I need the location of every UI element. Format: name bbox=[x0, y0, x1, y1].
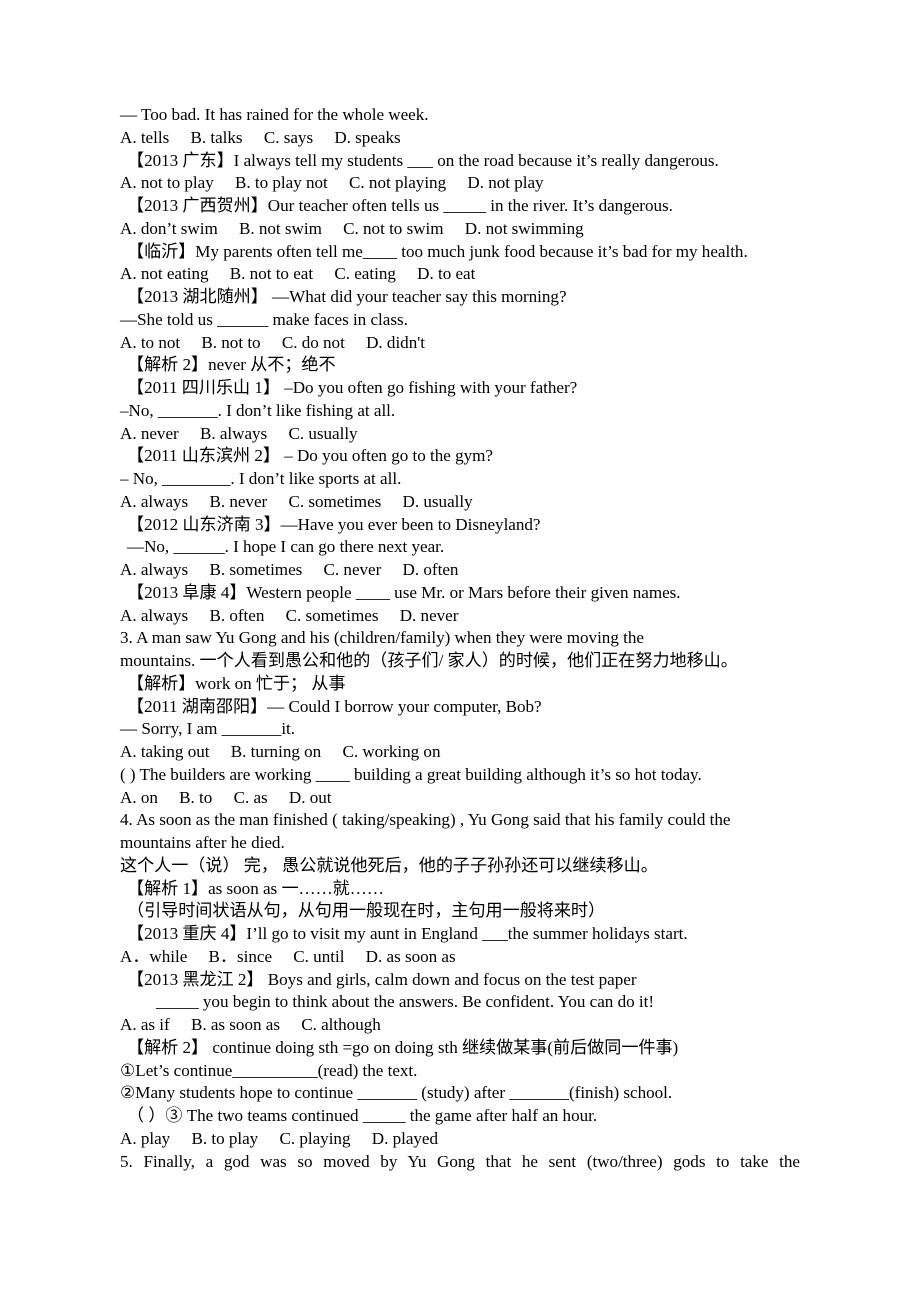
text-line: ②Many students hope to continue _______ … bbox=[120, 1083, 673, 1103]
text-line: 【2013 阜康 4】Western people ____ use Mr. o… bbox=[127, 582, 681, 602]
text-line: ( ) The builders are working ____ buildi… bbox=[120, 764, 702, 784]
text-line: 这个人一（说） 完， 愚公就说他死后，他的子子孙孙还可以继续移山。 bbox=[120, 855, 658, 875]
document-page: — Too bad. It has rained for the whole w… bbox=[0, 0, 920, 1302]
text-line: A. tells B. talks C. says D. speaks bbox=[120, 127, 401, 147]
text-line: –No, _______. I don’t like fishing at al… bbox=[120, 400, 396, 420]
text-line: 【解析 1】as soon as 一……就…… bbox=[127, 878, 384, 898]
text-line: A. on B. to C. as D. out bbox=[120, 787, 332, 807]
text-line: 【2013 广西贺州】Our teacher often tells us __… bbox=[127, 196, 673, 215]
text-line: 【临沂】My parents often tell me____ too muc… bbox=[127, 241, 748, 261]
text-line: A. always B. often C. sometimes D. never bbox=[120, 605, 459, 625]
text-line: 【2011 四川乐山 1】 –Do you often go fishing w… bbox=[127, 378, 578, 397]
text-line: 【2011 湖南邵阳】— Could I borrow your compute… bbox=[127, 696, 542, 716]
text-line: —She told us ______ make faces in class. bbox=[120, 309, 408, 329]
text-line: mountains after he died. bbox=[120, 833, 285, 852]
text-line: 【解析 2】never 从不；绝不 bbox=[127, 355, 336, 375]
text-line: 【解析】work on 忙于； 从事 bbox=[127, 673, 346, 693]
text-line: （ ）③ The two teams continued _____ the g… bbox=[127, 1106, 598, 1125]
text-line: （引导时间状语从句，从句用一般现在时，主句用一般将来时） bbox=[127, 901, 606, 921]
text-line: 【2013 广东】I always tell my students ___ o… bbox=[127, 150, 719, 170]
text-line: 4. As soon as the man finished ( taking/… bbox=[120, 810, 731, 830]
text-line: A. always B. never C. sometimes D. usual… bbox=[120, 491, 473, 511]
text-line: — Too bad. It has rained for the whole w… bbox=[120, 105, 429, 124]
text-line: 【2013 黑龙江 2】 Boys and girls, calm down a… bbox=[127, 969, 637, 989]
text-line: 【2013 重庆 4】I’ll go to visit my aunt in E… bbox=[127, 924, 688, 943]
text-line: _____ you begin to think about the answe… bbox=[156, 992, 655, 1012]
text-line: A. always B. sometimes C. never D. often bbox=[120, 560, 459, 579]
text-line: 3. A man saw Yu Gong and his (children/f… bbox=[120, 628, 644, 648]
text-line: A. play B. to play C. playing D. played bbox=[120, 1128, 439, 1148]
text-line: A. not to play B. to play not C. not pla… bbox=[120, 173, 544, 193]
document-text-body: — Too bad. It has rained for the whole w… bbox=[120, 104, 800, 1173]
text-line: 【解析 2】 continue doing sth =go on doing s… bbox=[127, 1037, 679, 1057]
text-line: A. taking out B. turning on C. working o… bbox=[120, 742, 441, 761]
text-line: —No, ______. I hope I can go there next … bbox=[127, 537, 445, 557]
text-line: A. not eating B. not to eat C. eating D.… bbox=[120, 264, 476, 284]
text-line: 5. Finally, a god was so moved by Yu Gon… bbox=[120, 1151, 800, 1171]
text-line: mountains. 一个人看到愚公和他的（孩子们/ 家人）的时候，他们正在努力… bbox=[120, 651, 738, 670]
text-line: 【2012 山东济南 3】—Have you ever been to Disn… bbox=[127, 514, 541, 534]
text-line: A. don’t swim B. not swim C. not to swim… bbox=[120, 218, 584, 238]
text-line: – No, ________. I don’t like sports at a… bbox=[120, 469, 402, 488]
text-line: — Sorry, I am _______it. bbox=[120, 719, 296, 739]
text-line: A. as if B. as soon as C. although bbox=[120, 1015, 381, 1034]
text-line: 【2013 湖北随州】 —What did your teacher say t… bbox=[127, 287, 567, 306]
text-line: 【2011 山东滨州 2】 – Do you often go to the g… bbox=[127, 446, 493, 466]
text-line: A. to not B. not to C. do not D. didn't bbox=[120, 332, 426, 352]
text-line: ①Let’s continue__________(read) the text… bbox=[120, 1060, 418, 1080]
text-line: A．while B．since C. until D. as soon as bbox=[120, 946, 456, 966]
text-line: A. never B. always C. usually bbox=[120, 423, 358, 443]
